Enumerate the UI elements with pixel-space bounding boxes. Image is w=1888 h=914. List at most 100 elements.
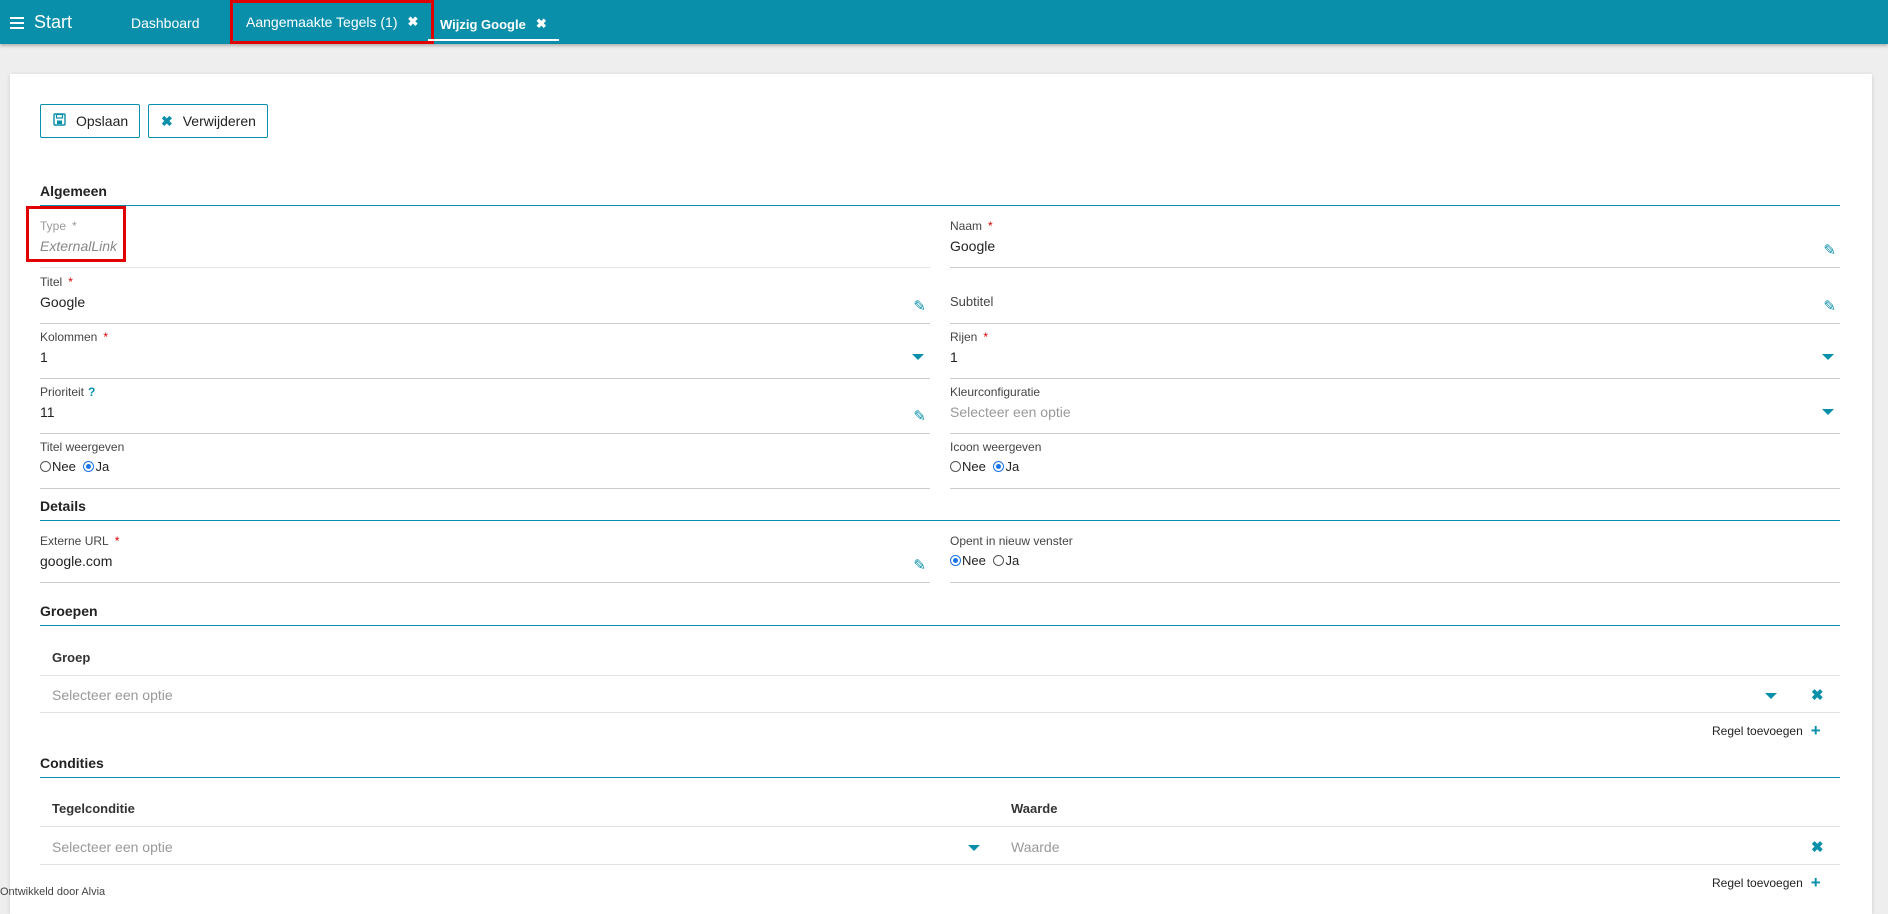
field-label: Titel [40,275,63,289]
radio-dot [993,461,1005,472]
kleurconfiguratie-field[interactable]: Kleurconfiguratie Selecteer een optie [950,385,1840,434]
pencil-icon[interactable]: ✎ [913,556,926,574]
groep-select[interactable]: Selecteer een optie [52,687,173,703]
tab-dashboard[interactable]: Dashboard [131,15,200,31]
column-header-waarde: Waarde [1011,801,1058,816]
close-icon: ✖ [161,112,173,129]
waarde-input[interactable]: Waarde [1011,839,1060,855]
pencil-icon[interactable]: ✎ [1823,241,1836,259]
pencil-icon[interactable]: ✎ [913,407,926,425]
caret-down-icon[interactable] [912,354,924,360]
opent-nieuw-venster-field: Opent in nieuw venster Nee Ja [950,534,1840,583]
save-label: Opslaan [76,113,129,129]
section-groepen: Groepen [40,603,1840,626]
table-divider [40,864,1840,865]
type-field: Type * ExternalLink [40,219,930,268]
pencil-icon[interactable]: ✎ [1823,297,1836,315]
delete-label: Verwijderen [182,113,256,129]
radio-ja[interactable]: Ja [83,459,109,474]
titel-weergeven-field: Titel weergeven Nee Ja [40,440,930,489]
pencil-icon[interactable]: ✎ [913,297,926,315]
icoon-weergeven-field: Icoon weergeven Nee Ja [950,440,1840,489]
prioriteit-value[interactable]: 11 [40,404,55,420]
remove-row-icon[interactable]: ✖ [1811,838,1824,856]
field-label: Kleurconfiguratie [950,385,1041,399]
naam-field[interactable]: Naam * Google ✎ [950,219,1840,268]
radio-label: Ja [1005,459,1020,474]
titel-field[interactable]: Titel * Google ✎ [40,275,930,324]
section-algemeen: Algemeen [40,183,1840,206]
add-row-label: Regel toevoegen [1712,724,1803,738]
section-title: Algemeen [40,183,107,199]
add-row-label: Regel toevoegen [1712,876,1803,890]
radio-label: Nee [962,459,986,474]
caret-down-icon[interactable] [968,845,980,851]
hamburger-menu-icon [10,16,24,29]
radio-ja[interactable]: Ja [993,459,1019,474]
help-icon[interactable]: ? [88,385,95,399]
radio-dot [950,555,961,566]
radio-dot [40,461,51,472]
section-title: Condities [40,755,104,771]
naam-value[interactable]: Google [950,238,995,254]
kolommen-field[interactable]: Kolommen * 1 [40,330,930,379]
footer-text: Ontwikkeld door Alvia [0,886,106,898]
rijen-value[interactable]: 1 [950,349,958,365]
table-divider [40,712,1840,713]
column-header-groep: Groep [52,650,91,665]
caret-down-icon[interactable] [1822,354,1834,360]
section-title: Groepen [40,603,98,619]
section-title: Details [40,498,86,514]
caret-down-icon[interactable] [1822,409,1834,415]
radio-nee[interactable]: Nee [40,459,76,474]
subtitel-field[interactable]: Subtitel ✎ [950,275,1840,324]
section-details: Details [40,498,1840,521]
field-label: Naam [950,219,983,233]
table-divider [40,826,1840,827]
radio-label: Ja [1005,553,1020,568]
field-label: Icoon weergeven [950,440,1042,454]
tab-label: Wijzig Google [440,16,526,32]
kleurconfiguratie-placeholder[interactable]: Selecteer een optie [950,404,1071,420]
tab-aangemaakte-tegels[interactable]: Aangemaakte Tegels (1) ✖ [230,0,435,44]
field-label: Titel weergeven [40,440,125,454]
floppy-disk-icon [53,113,66,129]
externe-url-value[interactable]: google.com [40,553,112,569]
tab-close-icon[interactable]: ✖ [536,16,547,32]
delete-button[interactable]: ✖ Verwijderen [148,104,268,138]
start-menu-button[interactable]: Start [10,12,72,33]
rijen-field[interactable]: Rijen * 1 [950,330,1840,379]
field-label: Kolommen [40,330,98,344]
plus-icon: + [1810,873,1821,892]
field-label: Prioriteit [40,385,85,399]
column-header-tegelconditie: Tegelconditie [52,801,135,816]
section-condities: Condities [40,755,1840,778]
radio-label: Ja [95,459,110,474]
radio-label: Nee [962,553,986,568]
radio-nee[interactable]: Nee [950,459,986,474]
tab-close-icon[interactable]: ✖ [408,14,419,30]
tab-label: Aangemaakte Tegels (1) [246,14,398,30]
prioriteit-field[interactable]: Prioriteit? 11 ✎ [40,385,930,434]
caret-down-icon[interactable] [1765,693,1777,699]
radio-dot [993,555,1005,566]
radio-dot [83,461,95,472]
save-button[interactable]: Opslaan [40,104,140,138]
type-highlight-box [26,206,126,262]
add-row-button[interactable]: Regel toevoegen + [1712,873,1821,893]
required-mark: * [103,330,109,344]
externe-url-field[interactable]: Externe URL * google.com ✎ [40,534,930,583]
radio-ja[interactable]: Ja [993,553,1019,568]
start-label: Start [34,12,73,32]
required-mark: * [983,330,989,344]
remove-row-icon[interactable]: ✖ [1811,686,1824,704]
radio-nee[interactable]: Nee [950,553,986,568]
titel-value[interactable]: Google [40,294,85,310]
tegelconditie-select[interactable]: Selecteer een optie [52,839,173,855]
field-label: Externe URL [40,534,109,548]
radio-label: Nee [52,459,76,474]
required-mark: * [114,534,120,548]
kolommen-value[interactable]: 1 [40,349,48,365]
add-row-button[interactable]: Regel toevoegen + [1712,721,1821,741]
tab-wijzig-google[interactable]: Wijzig Google ✖ [428,16,559,41]
